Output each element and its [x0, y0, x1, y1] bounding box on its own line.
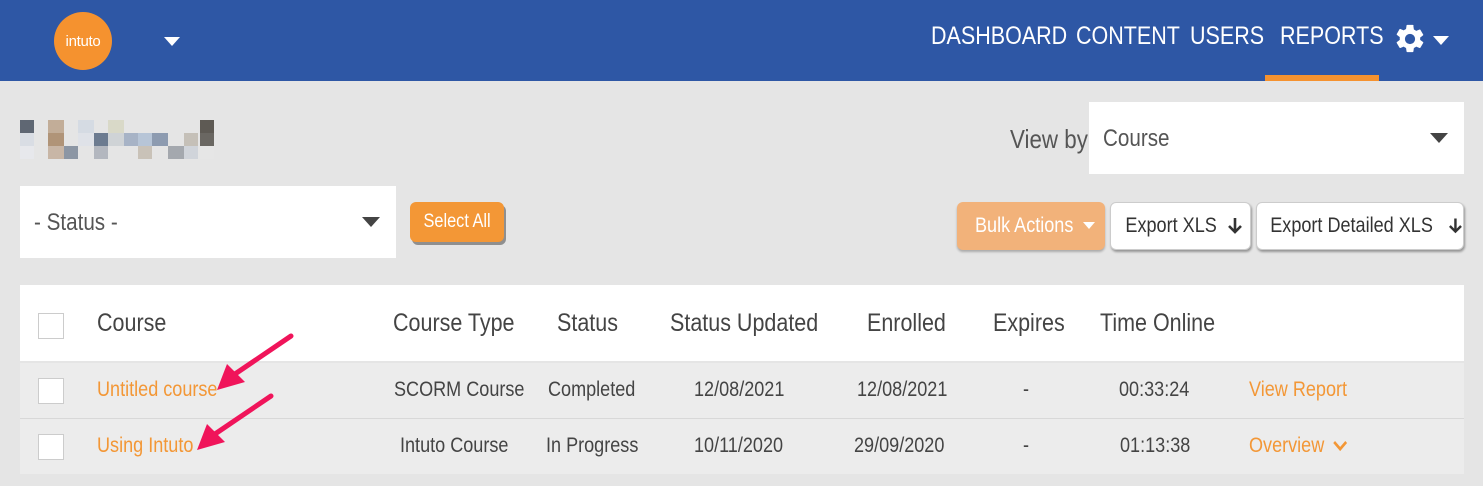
top-nav-bar: intuto DASHBOARD CONTENT USERS REPORTS: [0, 0, 1483, 81]
caret-down-icon: [1083, 222, 1096, 229]
column-header-enrolled[interactable]: Enrolled: [867, 309, 946, 338]
course-link[interactable]: Using Intuto: [97, 434, 193, 458]
view-by-label: View by: [1010, 124, 1088, 154]
enrolled-cell: 29/09/2020: [854, 434, 945, 457]
course-type-cell: SCORM Course: [394, 378, 525, 401]
status-updated-cell: 10/11/2020: [694, 434, 784, 457]
enrolled-cell: 12/08/2021: [857, 378, 948, 401]
select-all-rows-checkbox[interactable]: [38, 313, 64, 339]
export-detailed-xls-button[interactable]: Export Detailed XLS: [1256, 202, 1464, 250]
nav-dashboard[interactable]: DASHBOARD: [931, 22, 1067, 51]
view-report-link[interactable]: View Report: [1249, 378, 1347, 402]
intuto-logo[interactable]: intuto: [54, 12, 112, 70]
org-switcher-caret-icon[interactable]: [164, 37, 180, 46]
bulk-actions-label: Bulk Actions: [974, 214, 1074, 237]
select-all-button[interactable]: Select All: [410, 202, 504, 242]
column-header-expires[interactable]: Expires: [993, 309, 1065, 338]
status-cell: Completed: [548, 378, 636, 401]
nav-users[interactable]: USERS: [1190, 22, 1264, 51]
logo-text: intuto: [65, 32, 101, 50]
chevron-down-icon: [1333, 441, 1348, 452]
expires-cell: -: [1023, 434, 1030, 457]
column-header-status-updated[interactable]: Status Updated: [670, 309, 818, 338]
status-filter-select[interactable]: - Status -: [20, 186, 396, 258]
chevron-down-icon: [362, 217, 380, 227]
settings-menu[interactable]: [1393, 22, 1453, 58]
view-by-value: Course: [1103, 125, 1170, 152]
chevron-down-icon: [1430, 133, 1448, 143]
overview-dropdown-link[interactable]: Overview: [1249, 434, 1348, 458]
column-header-time-online[interactable]: Time Online: [1100, 309, 1215, 338]
column-header-course[interactable]: Course: [97, 309, 166, 338]
nav-reports[interactable]: REPORTS: [1280, 22, 1384, 51]
annotation-arrow-icon: [197, 393, 274, 450]
bulk-actions-button[interactable]: Bulk Actions: [957, 202, 1105, 250]
time-online-cell: 01:13:38: [1120, 434, 1191, 457]
course-type-cell: Intuto Course: [400, 434, 509, 457]
status-updated-cell: 12/08/2021: [694, 378, 785, 401]
time-online-cell: 00:33:24: [1119, 378, 1190, 401]
status-filter-value: - Status -: [34, 209, 118, 236]
nav-active-indicator: [1265, 75, 1379, 81]
row-checkbox[interactable]: [38, 434, 64, 460]
expires-cell: -: [1023, 378, 1030, 401]
nav-content[interactable]: CONTENT: [1076, 22, 1180, 51]
column-header-course-type[interactable]: Course Type: [393, 309, 515, 338]
export-xls-button[interactable]: Export XLS: [1110, 202, 1251, 250]
download-arrow-icon: [1449, 218, 1462, 234]
gear-icon: [1396, 24, 1424, 53]
redacted-user-name: [20, 120, 216, 160]
export-detailed-label: Export Detailed XLS: [1270, 214, 1433, 237]
select-all-label: Select All: [423, 211, 491, 232]
status-cell: In Progress: [546, 434, 639, 457]
download-arrow-icon: [1227, 218, 1242, 234]
column-header-status[interactable]: Status: [557, 309, 618, 338]
view-by-select[interactable]: Course: [1089, 102, 1464, 174]
overview-label: Overview: [1249, 434, 1325, 457]
export-xls-label: Export XLS: [1125, 214, 1218, 237]
settings-caret-icon: [1433, 36, 1449, 45]
row-checkbox[interactable]: [38, 378, 64, 404]
